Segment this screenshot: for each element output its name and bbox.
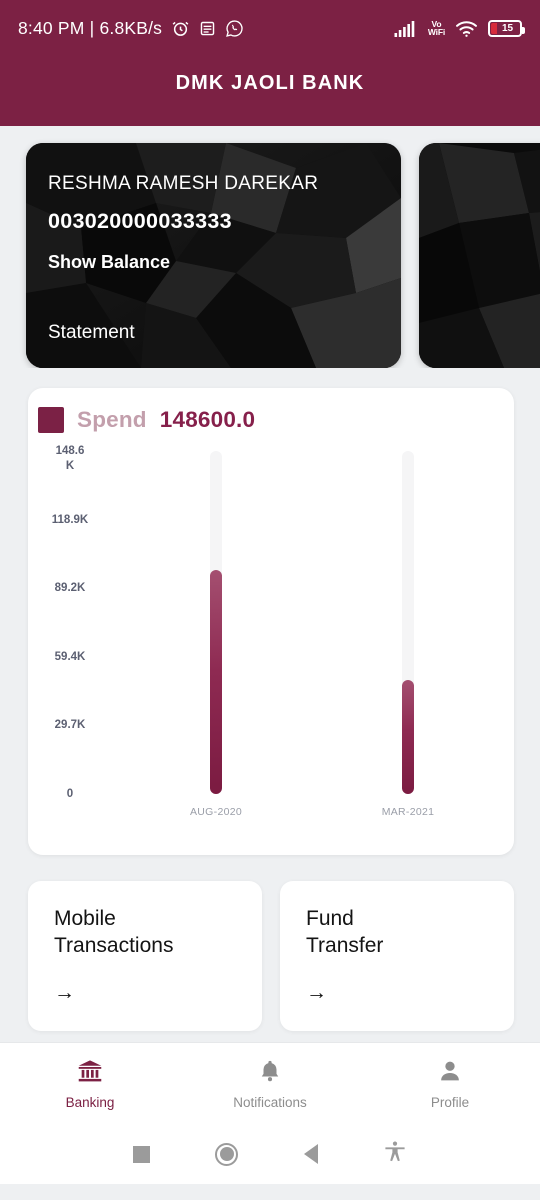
chart-bar[interactable]	[210, 570, 222, 794]
quick-actions: Mobile Transactions → Fund Transfer →	[0, 855, 540, 1031]
status-bar-time-and-speed: 8:40 PM | 6.8KB/s	[18, 17, 163, 38]
fund-transfer-label: Fund Transfer	[306, 907, 384, 957]
chart-title: Spend	[77, 407, 147, 432]
bank-icon	[76, 1058, 104, 1089]
arrow-right-icon[interactable]: →	[306, 982, 327, 1003]
account-card[interactable]: RESHMA RAMESH DAREKAR 003020000033333 Sh…	[26, 143, 401, 368]
status-bar-right: Vo WiFi 15	[394, 18, 525, 38]
nav-item-banking[interactable]: Banking	[0, 1058, 180, 1110]
nav-label-notifications: Notifications	[233, 1094, 307, 1110]
square-icon[interactable]	[132, 1145, 150, 1163]
accessibility-icon[interactable]	[383, 1139, 407, 1170]
mobile-transactions-card[interactable]: Mobile Transactions →	[28, 881, 262, 1031]
app-content: RESHMA RAMESH DAREKAR 003020000033333 Sh…	[0, 126, 540, 1184]
nav-label-profile: Profile	[430, 1094, 470, 1110]
account-card-carousel[interactable]: RESHMA RAMESH DAREKAR 003020000033333 Sh…	[0, 126, 540, 368]
page-title: DMK JAOLI BANK	[175, 72, 365, 94]
show-balance-button[interactable]: Show Balance	[48, 252, 401, 273]
chart-y-tick: 148.6 K	[55, 445, 85, 472]
app-bar: DMK JAOLI BANK	[0, 56, 540, 126]
legend-color-swatch	[38, 407, 64, 433]
person-icon	[437, 1058, 463, 1089]
whatsapp-icon	[225, 19, 244, 38]
mobile-transactions-label: Mobile Transactions	[54, 907, 174, 957]
chart-bar-column[interactable]: AUG-2020	[186, 443, 246, 855]
chart-plot: 148.6 K 118.9K 89.2K 59.4K 29.7K 0 AUG-2020 MAR…	[28, 443, 514, 855]
chart-y-tick: 0	[66, 788, 74, 800]
spend-chart-card: Spend 148600.0 148.6 K 118.9K 89.2K 59.4K 29.…	[28, 388, 514, 855]
triangle-back-icon[interactable]	[303, 1144, 318, 1164]
android-navigation-bar	[0, 1124, 540, 1184]
chart-legend: Spend 148600.0	[28, 388, 514, 433]
circle-icon[interactable]	[215, 1142, 239, 1166]
status-bar: 8:40 PM | 6.8KB/s Vo WiFi 15	[0, 0, 540, 56]
statement-button[interactable]: Statement	[48, 322, 401, 344]
chart-total-value: 148600.0	[159, 407, 256, 432]
alarm-icon	[171, 19, 190, 38]
nav-item-notifications[interactable]: Notifications	[180, 1058, 360, 1110]
signal-bars-icon	[394, 19, 419, 38]
card-texture	[419, 143, 540, 368]
chart-y-tick: 118.9K	[51, 513, 89, 526]
chart-y-axis: 148.6 K 118.9K 89.2K 59.4K 29.7K 0	[28, 443, 120, 855]
wifi-icon	[454, 19, 479, 38]
chart-y-tick: 89.2K	[54, 582, 86, 595]
chart-y-tick: 29.7K	[54, 719, 86, 732]
message-icon	[199, 20, 216, 37]
arrow-right-icon[interactable]: →	[54, 982, 75, 1003]
bell-icon	[257, 1058, 283, 1089]
status-bar-left: 8:40 PM | 6.8KB/s	[18, 18, 244, 39]
chart-bar-column[interactable]: MAR-2021	[378, 443, 438, 855]
vowifi-indicator: Vo WiFi	[427, 18, 445, 37]
battery-icon: 15	[488, 19, 525, 37]
bottom-navigation: Banking Notifications Profile	[0, 1042, 540, 1124]
chart-plot-area: AUG-2020 MAR-2021	[120, 443, 504, 855]
fund-transfer-card[interactable]: Fund Transfer →	[280, 881, 514, 1031]
account-number: 003020000033333	[48, 209, 232, 233]
nav-label-banking: Banking	[65, 1094, 115, 1110]
chart-bar[interactable]	[402, 679, 414, 794]
account-holder-name: RESHMA RAMESH DAREKAR	[48, 173, 319, 194]
chart-y-tick: 59.4K	[54, 650, 86, 663]
nav-item-profile[interactable]: Profile	[360, 1058, 540, 1110]
account-card-next[interactable]	[419, 143, 540, 368]
chart-x-tick: MAR-2021	[381, 806, 435, 818]
chart-x-tick: AUG-2020	[189, 806, 243, 818]
